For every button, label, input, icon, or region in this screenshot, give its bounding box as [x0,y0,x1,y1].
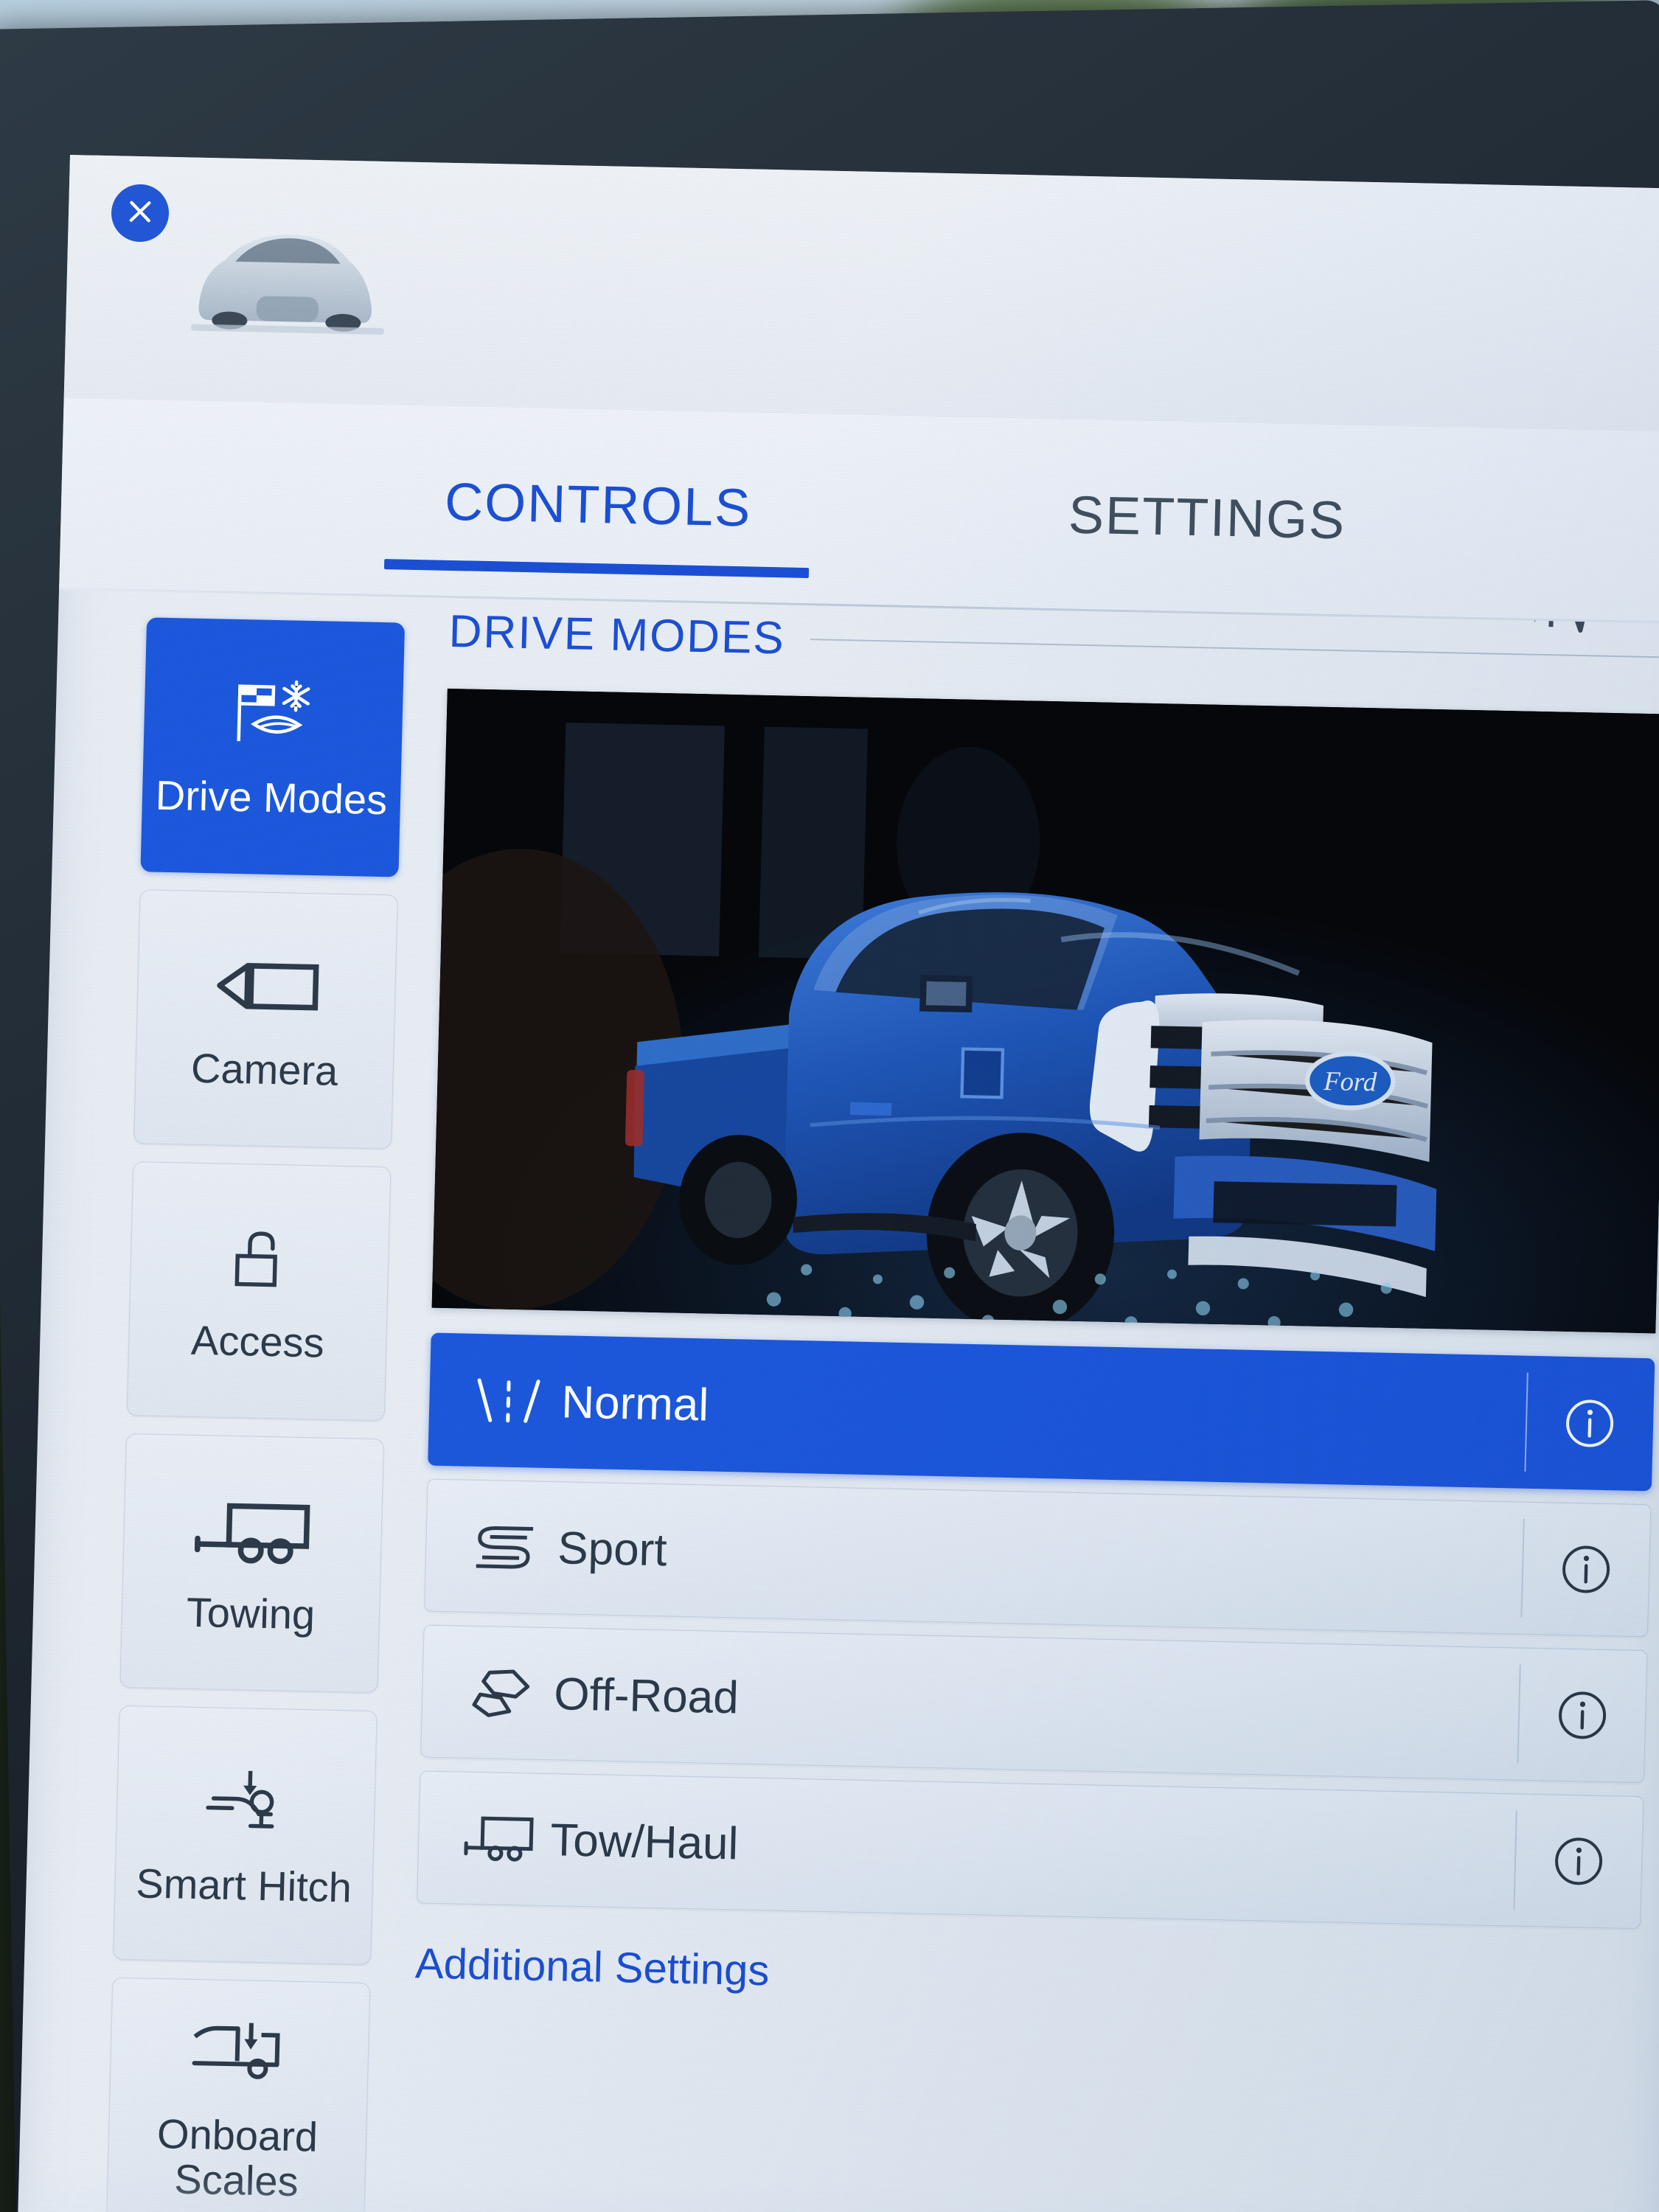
info-icon[interactable] [1522,1503,1650,1637]
sidebar-item-drive-modes[interactable]: Drive Modes [140,617,406,877]
controls-content: Drive Modes Camera Access Towing Smart H… [16,590,1659,2212]
sidebar-item-towing[interactable]: Towing [119,1433,385,1694]
page-title: DRIVE MODES [448,605,786,664]
drive-mode-sport[interactable]: Sport [424,1478,1652,1638]
tow-haul-icon [460,1812,543,1865]
drive-mode-label: Off-Road [553,1668,740,1723]
off-road-icon [464,1666,546,1719]
drive-mode-label: Tow/Haul [549,1814,740,1869]
onboard-scales-icon [184,2011,296,2094]
road-lanes-icon [471,1374,554,1427]
sidebar-item-camera[interactable]: Camera [133,889,398,1150]
tab-controls[interactable]: CONTROLS [383,472,810,579]
info-icon[interactable] [1526,1357,1654,1491]
sidebar-item-label: Drive Modes [155,771,388,824]
sidebar-item-label: Towing [186,1588,316,1638]
section-rule [810,638,1659,658]
sidebar-item-label: Camera [190,1044,339,1095]
vehicle-silhouette-icon [175,192,400,352]
smart-hitch-icon [198,1761,294,1844]
status-header: 2: 9 [63,155,1659,633]
unlock-icon [222,1217,298,1300]
infotainment-screen: 2: 9 CONTROLS SETTINGS [16,155,1659,2212]
additional-settings-link[interactable]: Additional Settings [414,1938,1639,2014]
drive-mode-label: Sport [557,1522,668,1576]
tab-bar: CONTROLS SETTINGS [59,397,1659,625]
svg-text:Ford: Ford [1323,1065,1378,1097]
trailer-icon [187,1489,319,1573]
sidebar-item-smart-hitch[interactable]: Smart Hitch [113,1705,378,1966]
blue-pickup-truck-image: Ford [431,688,1659,1334]
info-icon[interactable] [1514,1795,1643,1929]
drive-mode-off-road[interactable]: Off-Road [420,1624,1648,1784]
drive-mode-list: Normal Sport Off-Road Tow/Haul [417,1332,1655,1930]
tab-active-indicator [383,559,810,579]
tab-settings[interactable]: SETTINGS [1068,484,1346,551]
drive-modes-panel: DRIVE MODES Ford Normal Sport Off-Road T… [363,597,1659,2212]
sidebar-item-access[interactable]: Access [126,1161,392,1422]
drive-mode-normal[interactable]: Normal [428,1332,1655,1492]
sidebar-item-label: Smart Hitch [135,1860,352,1911]
sport-s-icon [467,1520,550,1573]
drive-modes-icon [229,673,318,756]
controls-sidebar: Drive Modes Camera Access Towing Smart H… [16,590,406,2212]
info-icon[interactable] [1518,1649,1646,1783]
drive-mode-tow-haul[interactable]: Tow/Haul [417,1770,1644,1930]
close-icon [125,196,155,230]
tab-settings-label: SETTINGS [1068,485,1347,551]
close-button[interactable] [111,184,170,243]
sidebar-item-label: Access [190,1317,325,1366]
drive-mode-label: Normal [560,1376,710,1430]
tab-controls-label: CONTROLS [444,472,753,538]
camera-icon [206,945,327,1028]
